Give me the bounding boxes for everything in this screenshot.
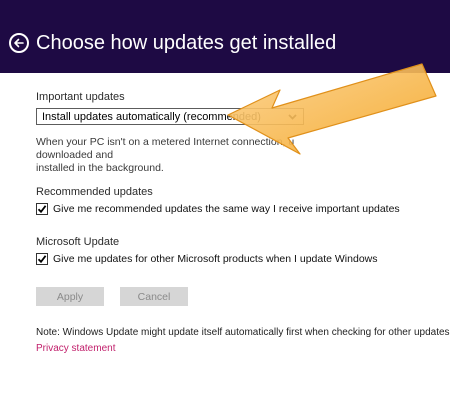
settings-content: Important updates Install updates automa… (36, 90, 450, 355)
description-line1-start: When your PC isn't on a metered Internet… (36, 136, 295, 148)
chevron-down-icon (288, 113, 297, 120)
apply-button[interactable]: Apply (36, 287, 104, 306)
recommended-updates-checkbox[interactable] (36, 203, 48, 215)
microsoft-update-label: Microsoft Update (36, 236, 120, 248)
cancel-button[interactable]: Cancel (120, 287, 188, 306)
checkmark-icon (37, 255, 47, 264)
page-title: Choose how updates get installed (36, 32, 337, 54)
header-bar: Choose how updates get installed (0, 0, 450, 73)
recommended-updates-row[interactable]: Give me recommended updates the same way… (36, 203, 416, 215)
back-arrow-circle-icon[interactable] (9, 33, 29, 53)
important-updates-label: Important updates (36, 91, 125, 103)
recommended-updates-label: Recommended updates (36, 186, 153, 198)
important-updates-description: When your PC isn't on a metered Internet… (36, 136, 376, 175)
description-line2: installed in the background. (36, 162, 164, 174)
microsoft-update-checkbox[interactable] (36, 253, 48, 265)
recommended-updates-checkbox-label: Give me recommended updates the same way… (53, 203, 400, 215)
checkmark-icon (37, 205, 47, 214)
button-row: Apply Cancel (36, 287, 416, 306)
dropdown-selected-value: Install updates automatically (recommend… (42, 110, 261, 123)
important-updates-dropdown[interactable]: Install updates automatically (recommend… (36, 108, 304, 125)
microsoft-update-row[interactable]: Give me updates for other Microsoft prod… (36, 253, 416, 265)
privacy-statement-link[interactable]: Privacy statement (36, 342, 416, 355)
description-line1-end: downloaded and (36, 149, 114, 161)
microsoft-update-checkbox-label: Give me updates for other Microsoft prod… (53, 253, 378, 265)
update-note: Note: Windows Update might update itself… (36, 327, 450, 338)
